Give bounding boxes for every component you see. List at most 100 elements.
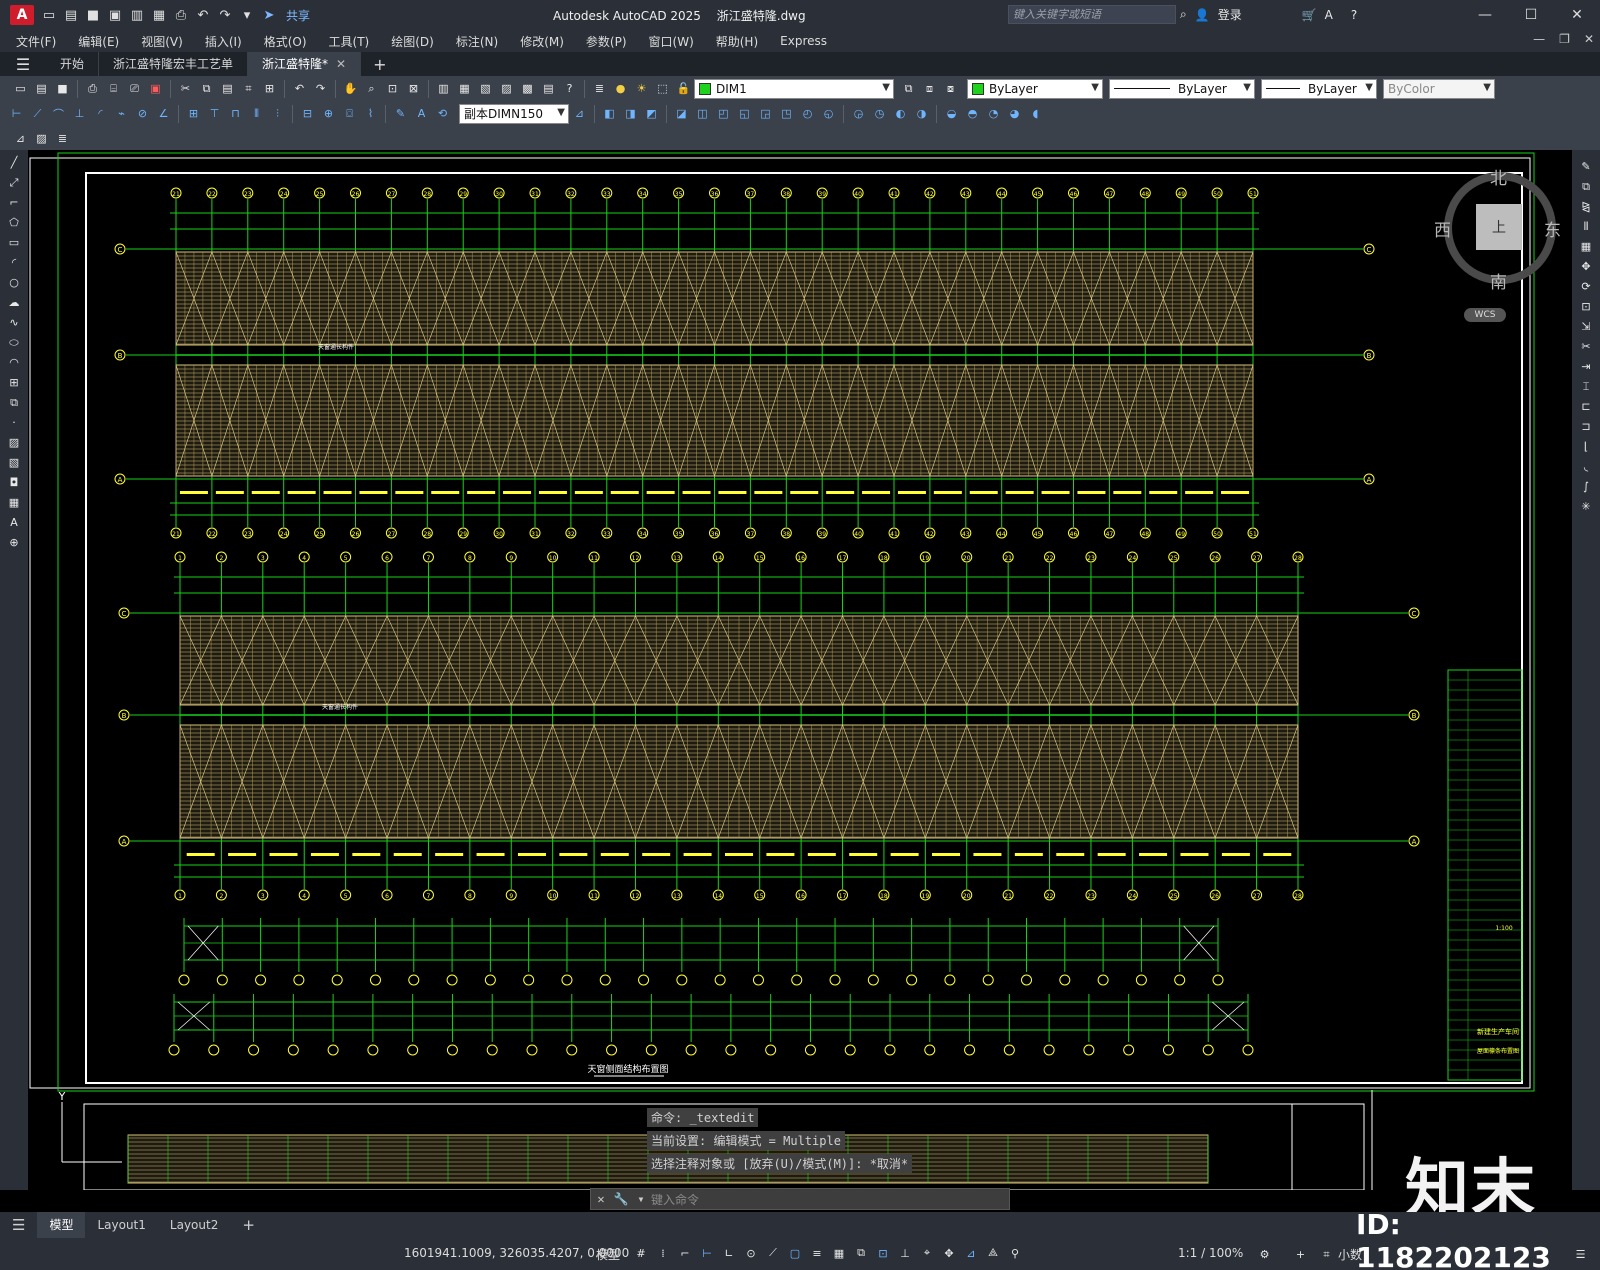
gradient-icon[interactable]: ▧ [5, 454, 23, 471]
point-icon[interactable]: · [5, 414, 23, 431]
linetype-dropdown[interactable]: ByLayer ▼ [1109, 78, 1255, 99]
polygon-icon[interactable]: ⬠ [5, 214, 23, 231]
interfere-icon[interactable]: ◕ [1006, 105, 1023, 122]
new-icon[interactable]: ▭ [40, 6, 58, 24]
scale-icon[interactable]: ⊡ [1577, 298, 1595, 315]
zoom-window-icon[interactable]: ⊡ [384, 80, 401, 97]
preview-icon[interactable]: ⌸ [105, 80, 122, 97]
menu-item-0[interactable]: 文件(F) [0, 33, 67, 50]
help-icon[interactable]: ? [1351, 8, 1357, 22]
drawing-canvas[interactable]: 21 21 22 22 23 23 24 24 25 25 26 26 27 27 28 28 29 29 30 30… [28, 150, 1572, 1190]
auto-scale-icon[interactable]: ⟁ [985, 1245, 1001, 1261]
center-mark-icon[interactable]: ⊕ [320, 105, 337, 122]
clean-icon[interactable]: ◷ [871, 105, 888, 122]
user-icon[interactable]: 👤 [1195, 8, 1210, 22]
command-input[interactable]: ✕ 🔧 ▾ 键入命令 [590, 1188, 1010, 1210]
save-web-icon[interactable]: ▦ [150, 6, 168, 24]
plot-icon[interactable]: ⎙ [172, 6, 190, 24]
compass-east[interactable]: 东 [1544, 216, 1561, 241]
paste-icon[interactable]: ▤ [219, 80, 236, 97]
redo-tool-icon[interactable]: ↷ [312, 80, 329, 97]
recent-commands-icon[interactable]: ▾ [631, 1192, 651, 1206]
menu-item-8[interactable]: 修改(M) [509, 33, 575, 50]
imprint-icon[interactable]: ◶ [850, 105, 867, 122]
lock-icon[interactable]: 🔓 [675, 80, 692, 97]
jogged-icon[interactable]: ⌁ [113, 105, 130, 122]
insert-block-icon[interactable]: ⊞ [5, 374, 23, 391]
ellipse-icon[interactable]: ⬭ [5, 334, 23, 351]
layer-dropdown[interactable]: DIM1 ▼ [694, 78, 894, 99]
circle-icon[interactable]: ○ [5, 274, 23, 291]
design-center-icon[interactable]: ▦ [456, 80, 473, 97]
tool-palettes-icon[interactable]: ▧ [477, 80, 494, 97]
osnap-icon[interactable]: ▢ [787, 1245, 803, 1261]
layer-state-icon[interactable]: ⧇ [942, 80, 959, 97]
dim-break-icon[interactable]: ⫶ [269, 105, 286, 122]
union-icon[interactable]: ◧ [601, 105, 618, 122]
annotation-visibility-icon[interactable]: ⊿ [963, 1245, 979, 1261]
cut-icon[interactable]: ✂ [177, 80, 194, 97]
inspect-icon[interactable]: ⌼ [341, 105, 358, 122]
open-web-icon[interactable]: ▥ [128, 6, 146, 24]
join-icon[interactable]: ⊐ [1577, 418, 1595, 435]
open-icon[interactable]: ▤ [62, 6, 80, 24]
add-selected-icon[interactable]: ⊕ [5, 534, 23, 551]
annotation-scale[interactable]: 1:1 / 100% [1178, 1246, 1243, 1260]
menu-item-1[interactable]: 编辑(E) [67, 33, 130, 50]
spline-icon[interactable]: ∿ [5, 314, 23, 331]
maximize-icon[interactable]: ☐ [1508, 0, 1554, 30]
tab-start[interactable]: 开始 [46, 52, 100, 76]
compass-west[interactable]: 西 [1434, 216, 1451, 241]
arc-icon[interactable]: ◜ [5, 254, 23, 271]
sheet-set-icon[interactable]: ▨ [498, 80, 515, 97]
table-icon[interactable]: ▦ [5, 494, 23, 511]
tab-layout2[interactable]: Layout2 [158, 1212, 230, 1238]
separate-icon[interactable]: ◐ [892, 105, 909, 122]
app-store-icon[interactable]: A [1325, 8, 1333, 22]
isodraft-icon[interactable]: ⟋ [765, 1245, 781, 1261]
copy-icon[interactable]: ⧉ [198, 80, 215, 97]
make-block-icon[interactable]: ⧉ [5, 394, 23, 411]
viewcube-face-top[interactable]: 上 [1476, 204, 1522, 250]
undo-icon[interactable]: ↶ [194, 6, 212, 24]
qnew-icon[interactable]: ▭ [12, 80, 29, 97]
bulb-icon[interactable]: ● [612, 80, 629, 97]
offset-icon[interactable]: ⫴ [1577, 218, 1595, 235]
jogged-linear-icon[interactable]: ⌇ [362, 105, 379, 122]
save-icon[interactable]: ■ [84, 6, 102, 24]
section-icon[interactable]: ◔ [985, 105, 1002, 122]
diameter-icon[interactable]: ⊘ [134, 105, 151, 122]
share-button[interactable]: 共享 [286, 7, 310, 24]
ortho-icon[interactable]: ∟ [721, 1245, 737, 1261]
ellipse-arc-icon[interactable]: ◠ [5, 354, 23, 371]
make-current-icon[interactable]: ⧉ [900, 80, 917, 97]
menu-item-12[interactable]: Express [769, 34, 838, 48]
3d-osnap-icon[interactable]: ⊡ [875, 1245, 891, 1261]
move-icon[interactable]: ✥ [1577, 258, 1595, 275]
viewcube[interactable]: 北 南 东 西 上 WCS [1434, 164, 1570, 324]
menu-item-3[interactable]: 插入(I) [194, 33, 253, 50]
freeze-vp-icon[interactable]: ⬚ [654, 80, 671, 97]
block-editor-icon[interactable]: ⊞ [261, 80, 278, 97]
tab-model[interactable]: 模型 [37, 1212, 86, 1238]
app-logo[interactable]: A [10, 5, 34, 25]
line-icon[interactable]: ╱ [5, 154, 23, 171]
shell-icon[interactable]: ◑ [913, 105, 930, 122]
move-faces-icon[interactable]: ◫ [694, 105, 711, 122]
annotation-scale-icon[interactable]: ⚲ [1007, 1245, 1023, 1261]
compass-south[interactable]: 南 [1490, 268, 1507, 293]
quick-dim-icon[interactable]: ⊞ [185, 105, 202, 122]
doc-minimize-icon[interactable]: — [1533, 32, 1545, 46]
fillet-icon[interactable]: ◟ [1577, 458, 1595, 475]
dim-space-icon[interactable]: ⫴ [248, 105, 265, 122]
selection-cycling-icon[interactable]: ⧉ [853, 1245, 869, 1261]
polar-icon[interactable]: ⊙ [743, 1245, 759, 1261]
workspace-gear-icon[interactable]: ⚙ [1256, 1246, 1273, 1263]
customize-command-icon[interactable]: 🔧 [611, 1192, 631, 1206]
tab-doc2[interactable]: 浙江盛特隆* ✕ [248, 52, 362, 76]
rectangle-icon[interactable]: ▭ [5, 234, 23, 251]
extend-icon[interactable]: ⇥ [1577, 358, 1595, 375]
radius-icon[interactable]: ◜ [92, 105, 109, 122]
layer-manager-icon[interactable]: ≣ [591, 80, 608, 97]
construction-line-icon[interactable]: ⤢ [5, 174, 23, 191]
